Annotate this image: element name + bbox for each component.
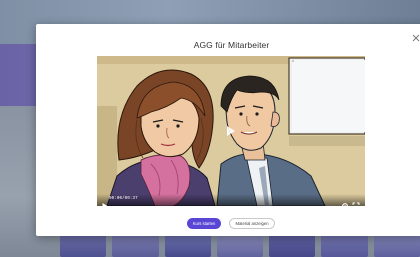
course-tile xyxy=(112,234,159,257)
modal-title: AGG für Mitarbeiter xyxy=(193,40,270,50)
course-tile xyxy=(216,234,264,257)
background-course-tiles xyxy=(60,234,420,257)
play-icon[interactable] xyxy=(101,197,109,206)
video-player[interactable]: 00:00/00:37 xyxy=(97,56,365,206)
course-tile xyxy=(373,234,420,257)
show-material-button[interactable]: Material anzeigen xyxy=(229,218,275,229)
course-tile xyxy=(321,234,368,257)
close-icon[interactable] xyxy=(410,31,420,43)
video-controls: 00:00/00:37 xyxy=(97,194,365,206)
course-tile xyxy=(269,234,316,257)
course-tile xyxy=(60,234,107,257)
play-overlay-icon[interactable] xyxy=(223,124,237,138)
start-course-button[interactable]: Kurs starten xyxy=(187,218,221,229)
fullscreen-icon[interactable] xyxy=(352,197,360,205)
course-tile xyxy=(164,234,211,257)
video-time: 00:00/00:37 xyxy=(109,196,138,201)
course-preview-modal: AGG für Mitarbeiter 00:00/00:37 Kurs sta… xyxy=(36,24,420,236)
gear-icon[interactable] xyxy=(341,197,349,206)
